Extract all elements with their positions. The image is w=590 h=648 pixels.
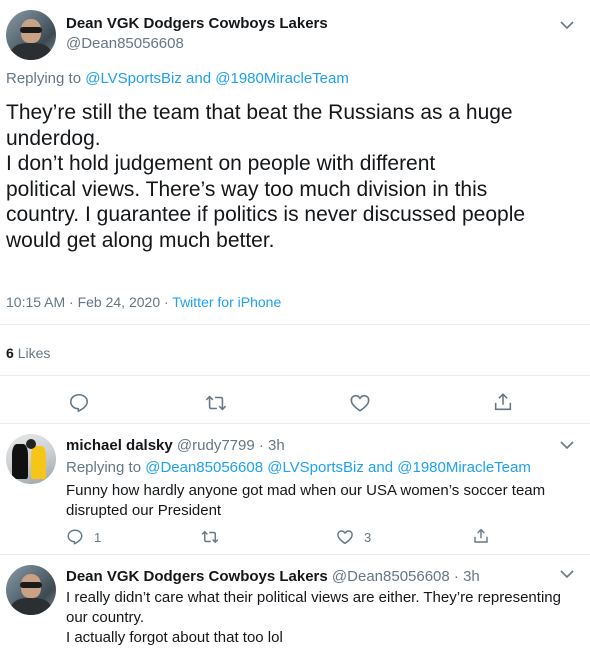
reply-header: Dean VGK Dodgers Cowboys Lakers @Dean850… bbox=[66, 568, 480, 585]
chevron-down-icon[interactable] bbox=[558, 565, 576, 583]
tweet-text-line: country. I guarantee if politics is neve… bbox=[6, 203, 526, 227]
tweet-meta: 10:15 AM · Feb 24, 2020 · Twitter for iP… bbox=[6, 294, 281, 310]
reply-text-line: disrupted our President bbox=[66, 502, 222, 519]
reply-tweet[interactable]: michael dalsky @rudy7799 · 3h Replying t… bbox=[0, 424, 590, 554]
retweet-icon bbox=[205, 395, 227, 411]
like-count: 3 bbox=[364, 529, 372, 545]
retweet-button[interactable] bbox=[200, 528, 220, 546]
reply-count: 1 bbox=[94, 529, 102, 545]
divider bbox=[0, 375, 590, 376]
likes-label: Likes bbox=[17, 345, 51, 361]
main-tweet: Dean VGK Dodgers Cowboys Lakers @Dean850… bbox=[0, 0, 590, 424]
like-button[interactable]: 3 bbox=[336, 528, 371, 546]
chevron-down-icon[interactable] bbox=[558, 16, 576, 34]
handle[interactable]: @Dean85056608 bbox=[332, 568, 450, 585]
handle[interactable]: @rudy7799 bbox=[177, 437, 255, 454]
reply-button[interactable] bbox=[68, 392, 90, 414]
tweet-source[interactable]: Twitter for iPhone bbox=[172, 294, 281, 310]
avatar[interactable] bbox=[6, 565, 56, 615]
tweet-text-line: They’re still the team that beat the Rus… bbox=[6, 101, 513, 124]
mention-lvsportsbiz[interactable]: @LVSportsBiz bbox=[85, 70, 182, 87]
display-name[interactable]: Dean VGK Dodgers Cowboys Lakers bbox=[66, 568, 328, 585]
timestamp[interactable]: 10:15 AM · Feb 24, 2020 · bbox=[6, 294, 169, 310]
mention-lvsportsbiz[interactable]: @LVSportsBiz bbox=[267, 459, 364, 476]
tweet-text-line: political views. There’s way too much di… bbox=[6, 177, 488, 201]
mention-dean85056608[interactable]: @Dean85056608 bbox=[145, 459, 263, 476]
heart-icon bbox=[350, 394, 370, 412]
handle[interactable]: @Dean85056608 bbox=[66, 35, 184, 52]
share-button[interactable] bbox=[492, 391, 514, 413]
reply-text: Funny how hardly anyone got mad when our… bbox=[66, 481, 581, 521]
reply-text-line: Funny how hardly anyone got mad when our… bbox=[66, 482, 546, 499]
likes-count: 6 bbox=[6, 345, 14, 361]
avatar[interactable] bbox=[6, 10, 56, 60]
replying-to: Replying to @LVSportsBiz and @1980Miracl… bbox=[6, 70, 349, 87]
tweet-text-line: would get along much better. bbox=[6, 228, 275, 252]
mention-1980miracleteam[interactable]: @1980MiracleTeam bbox=[397, 459, 531, 476]
replying-prefix: Replying to bbox=[66, 459, 142, 476]
likes-stat[interactable]: 6 Likes bbox=[6, 345, 50, 361]
reply-text-line: I really didn’t care what their politica… bbox=[66, 589, 561, 606]
avatar[interactable] bbox=[6, 434, 56, 484]
replying-and: and bbox=[368, 459, 394, 476]
replying-to: Replying to @Dean85056608 @LVSportsBiz a… bbox=[66, 459, 531, 476]
tweet-text-line: I don’t hold judgement on people with di… bbox=[6, 152, 436, 176]
like-button[interactable] bbox=[349, 392, 371, 414]
speech-bubble-icon bbox=[67, 529, 83, 545]
share-icon bbox=[474, 528, 488, 543]
reply-time[interactable]: · 3h bbox=[259, 437, 285, 454]
heart-icon bbox=[337, 530, 353, 545]
reply-button[interactable]: 1 bbox=[66, 528, 101, 546]
reply-text-line: I actually forgot about that too lol bbox=[66, 629, 283, 646]
display-name[interactable]: Dean VGK Dodgers Cowboys Lakers bbox=[66, 15, 328, 32]
reply-header: michael dalsky @rudy7799 · 3h bbox=[66, 437, 285, 454]
share-button[interactable] bbox=[472, 527, 490, 545]
reply-text: I really didn’t care what their politica… bbox=[66, 588, 586, 648]
mention-1980miracleteam[interactable]: @1980MiracleTeam bbox=[215, 70, 349, 87]
replying-prefix: Replying to bbox=[6, 70, 82, 87]
tweet-text: They’re still the team that beat the Rus… bbox=[6, 100, 586, 254]
tweet-text-line: underdog. bbox=[6, 126, 101, 150]
reply-text-line: our country. bbox=[66, 609, 145, 626]
retweet-button[interactable] bbox=[204, 392, 228, 414]
speech-bubble-icon bbox=[69, 393, 89, 413]
reply-time[interactable]: · 3h bbox=[454, 568, 480, 585]
replying-and: and bbox=[186, 70, 212, 87]
divider bbox=[0, 324, 590, 325]
retweet-icon bbox=[201, 530, 219, 544]
share-icon bbox=[494, 393, 512, 411]
reply-tweet[interactable]: Dean VGK Dodgers Cowboys Lakers @Dean850… bbox=[0, 555, 590, 647]
display-name[interactable]: michael dalsky bbox=[66, 437, 173, 454]
chevron-down-icon[interactable] bbox=[558, 436, 576, 454]
